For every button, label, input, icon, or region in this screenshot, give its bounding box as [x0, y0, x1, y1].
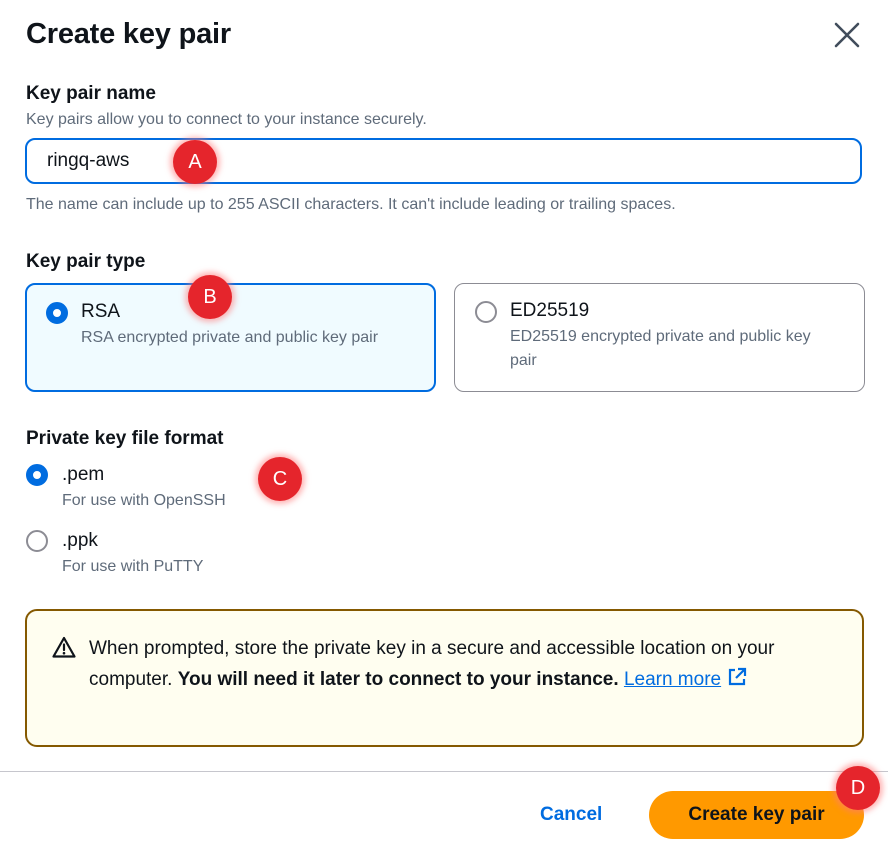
key-name-input[interactable]	[25, 138, 862, 184]
create-key-pair-button[interactable]: Create key pair	[649, 791, 864, 839]
warning-icon	[52, 636, 76, 658]
key-name-description: Key pairs allow you to connect to your i…	[26, 111, 427, 128]
pem-description: For use with OpenSSH	[62, 492, 226, 509]
key-type-label: Key pair type	[26, 251, 146, 272]
alert-message: When prompted, store the private key in …	[89, 633, 829, 695]
cancel-button[interactable]: Cancel	[540, 802, 602, 828]
close-icon[interactable]	[832, 20, 862, 50]
ppk-description: For use with PuTTY	[62, 558, 204, 575]
key-name-constraint: The name can include up to 255 ASCII cha…	[26, 196, 676, 213]
pem-title[interactable]: .pem	[62, 463, 104, 487]
footer-divider	[0, 771, 888, 772]
alert-bold-text: You will need it later to connect to you…	[177, 669, 619, 690]
ppk-radio[interactable]	[26, 530, 48, 552]
ed25519-title: ED25519	[510, 300, 590, 321]
ed25519-description: ED25519 encrypted private and public key…	[510, 328, 811, 369]
create-key-pair-label[interactable]: Create key pair	[688, 804, 824, 826]
external-link-icon[interactable]	[727, 667, 747, 687]
warning-alert: When prompted, store the private key in …	[25, 609, 864, 747]
file-format-label: Private key file format	[26, 428, 224, 449]
annotation-marker-a: A	[173, 140, 217, 184]
dialog-title: Create key pair	[26, 18, 231, 50]
rsa-title: RSA	[81, 301, 121, 322]
annotation-marker-c: C	[258, 457, 302, 501]
learn-more-label[interactable]: Learn more	[624, 669, 721, 690]
annotation-marker-d: D	[836, 766, 880, 810]
annotation-marker-b: B	[188, 275, 232, 319]
rsa-description: RSA encrypted private and public key pai…	[81, 329, 379, 346]
rsa-radio[interactable]	[46, 302, 68, 324]
learn-more-link[interactable]: Learn more	[624, 667, 747, 690]
pem-radio[interactable]	[26, 464, 48, 486]
key-name-label: Key pair name	[26, 83, 156, 104]
ppk-title[interactable]: .ppk	[62, 529, 98, 553]
key-type-ed25519-tile[interactable]: ED25519 ED25519 encrypted private and pu…	[454, 283, 865, 392]
ed25519-radio[interactable]	[475, 301, 497, 323]
